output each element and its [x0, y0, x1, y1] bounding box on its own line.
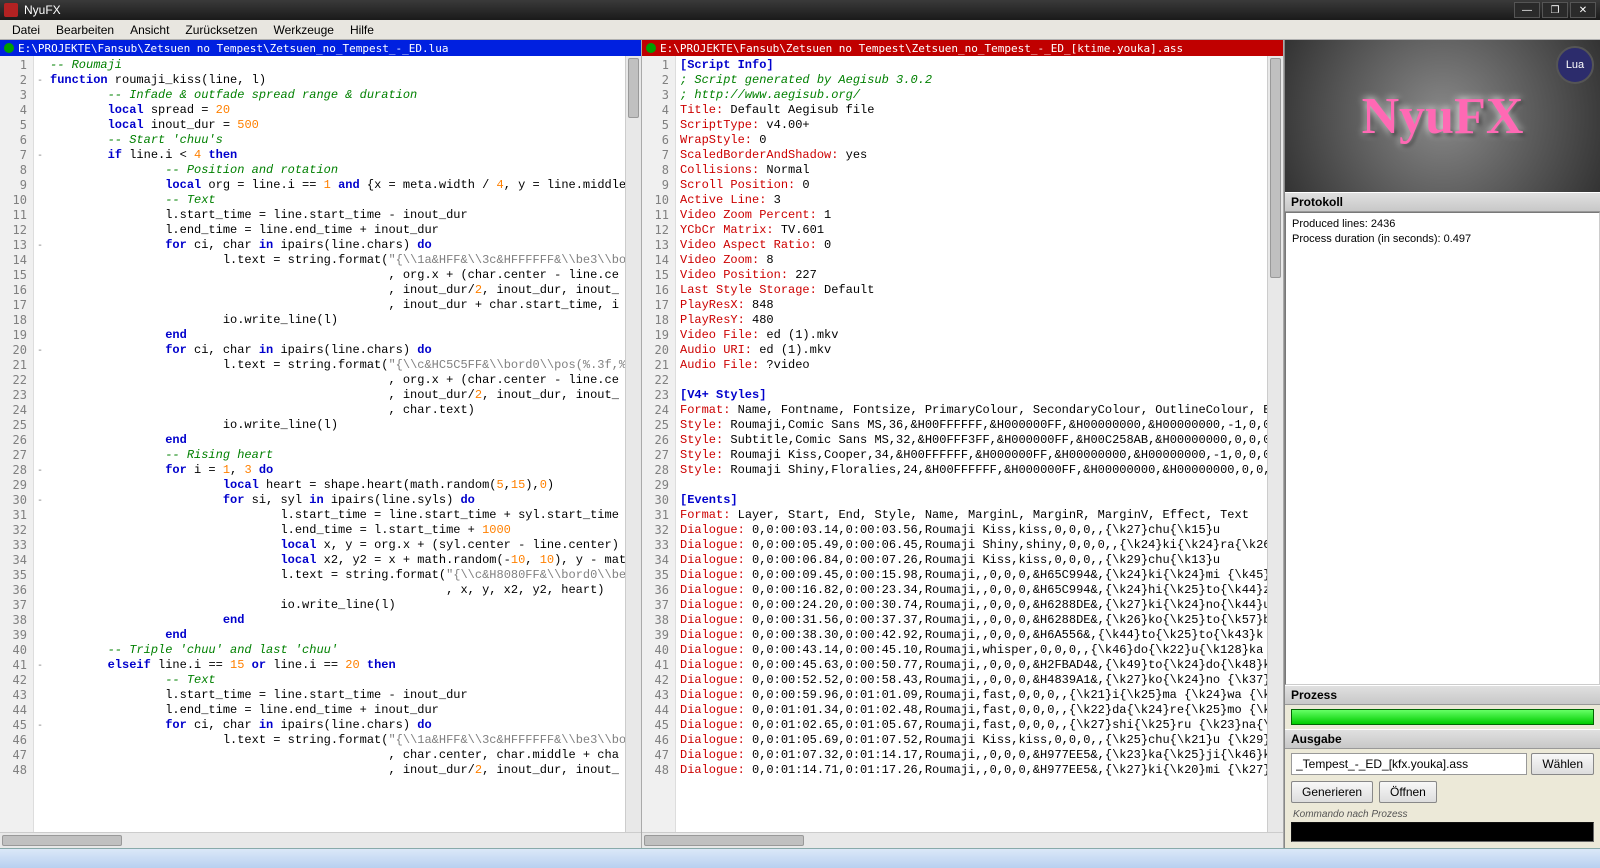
right-gutter: 1234567891011121314151617181920212223242… [642, 56, 676, 832]
menu-zurücksetzen[interactable]: Zurücksetzen [177, 21, 265, 39]
protokoll-line: Process duration (in seconds): 0.497 [1292, 232, 1593, 247]
left-gutter: 1234567891011121314151617181920212223242… [0, 56, 34, 832]
right-code-area[interactable]: [Script Info]; Script generated by Aegis… [676, 56, 1267, 832]
open-button[interactable]: Öffnen [1379, 781, 1437, 803]
app-icon [4, 3, 18, 17]
lua-badge-icon: Lua [1556, 46, 1594, 84]
editors-pane: E:\PROJEKTE\Fansub\Zetsuen no Tempest\Ze… [0, 40, 1284, 848]
right-editor-body: 1234567891011121314151617181920212223242… [642, 56, 1283, 832]
progress-bar [1291, 709, 1594, 725]
protokoll-line: Produced lines: 2436 [1292, 217, 1593, 232]
left-editor-header[interactable]: E:\PROJEKTE\Fansub\Zetsuen no Tempest\Ze… [0, 40, 641, 56]
menu-datei[interactable]: Datei [4, 21, 48, 39]
left-hscroll[interactable] [0, 832, 641, 848]
right-editor-header[interactable]: E:\PROJEKTE\Fansub\Zetsuen no Tempest\Ze… [642, 40, 1283, 56]
workspace: E:\PROJEKTE\Fansub\Zetsuen no Tempest\Ze… [0, 40, 1600, 848]
maximize-button[interactable]: ❐ [1542, 2, 1568, 18]
menubar: DateiBearbeitenAnsichtZurücksetzenWerkze… [0, 20, 1600, 40]
output-file-input[interactable] [1291, 753, 1527, 775]
statusbar [0, 848, 1600, 868]
ausgabe-title: Ausgabe [1285, 729, 1600, 749]
command-input[interactable] [1291, 822, 1594, 842]
minimize-button[interactable]: — [1514, 2, 1540, 18]
left-code-area[interactable]: -- Roumajifunction roumaji_kiss(line, l)… [46, 56, 625, 832]
prozess-title: Prozess [1285, 685, 1600, 705]
left-vscroll[interactable] [625, 56, 641, 832]
right-editor: E:\PROJEKTE\Fansub\Zetsuen no Tempest\Ze… [642, 40, 1284, 848]
left-editor-path: E:\PROJEKTE\Fansub\Zetsuen no Tempest\Ze… [18, 42, 448, 55]
left-editor: E:\PROJEKTE\Fansub\Zetsuen no Tempest\Ze… [0, 40, 642, 848]
window-title: NyuFX [24, 3, 1514, 17]
menu-werkzeuge[interactable]: Werkzeuge [265, 21, 341, 39]
generate-button[interactable]: Generieren [1291, 781, 1373, 803]
menu-hilfe[interactable]: Hilfe [342, 21, 382, 39]
status-dot-icon [4, 43, 14, 53]
status-dot-icon [646, 43, 656, 53]
close-button[interactable]: ✕ [1570, 2, 1596, 18]
command-label: Kommando nach Prozess [1285, 809, 1600, 820]
choose-button[interactable]: Wählen [1531, 753, 1594, 775]
protokoll-title: Protokoll [1285, 192, 1600, 212]
logo-text: NyuFX [1362, 87, 1524, 146]
titlebar: NyuFX — ❐ ✕ [0, 0, 1600, 20]
right-hscroll[interactable] [642, 832, 1283, 848]
logo-area: NyuFX Lua [1285, 40, 1600, 192]
right-vscroll[interactable] [1267, 56, 1283, 832]
left-editor-body: 1234567891011121314151617181920212223242… [0, 56, 641, 832]
menu-ansicht[interactable]: Ansicht [122, 21, 177, 39]
left-fold-column[interactable]: -------- [34, 56, 46, 832]
protokoll-body[interactable]: Produced lines: 2436Process duration (in… [1285, 212, 1600, 685]
menu-bearbeiten[interactable]: Bearbeiten [48, 21, 122, 39]
right-editor-path: E:\PROJEKTE\Fansub\Zetsuen no Tempest\Ze… [660, 42, 1183, 55]
sidebar: NyuFX Lua Protokoll Produced lines: 2436… [1284, 40, 1600, 848]
